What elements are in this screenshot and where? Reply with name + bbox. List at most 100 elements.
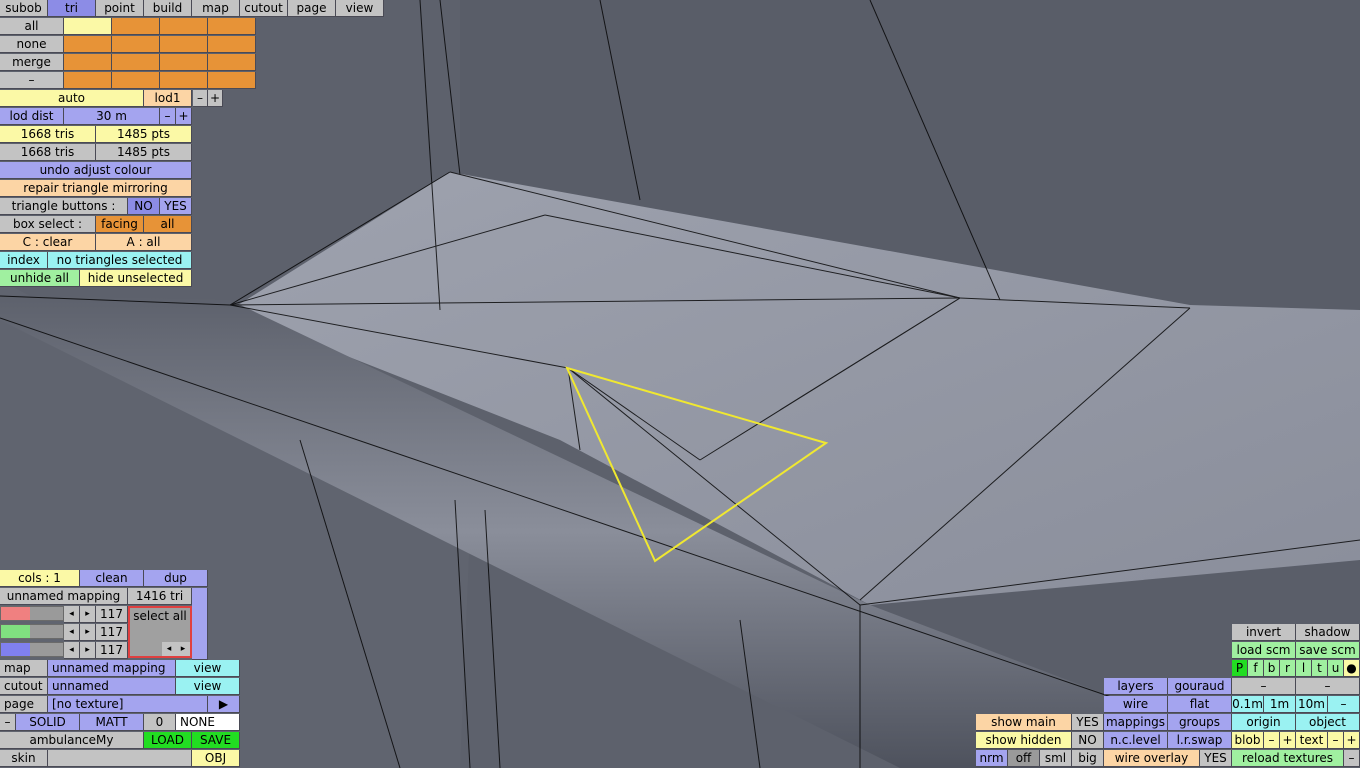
blob-minus-button[interactable]: – — [1264, 732, 1280, 749]
cutout-view-button[interactable]: view — [176, 678, 240, 695]
obj-button[interactable]: OBJ — [192, 750, 240, 767]
wire-overlay-toggle[interactable]: YES — [1200, 750, 1232, 767]
grid-0-1m-button[interactable]: 0.1m — [1232, 696, 1264, 713]
slot-cell[interactable] — [160, 18, 208, 35]
groups-button[interactable]: groups — [1168, 714, 1232, 731]
off-button[interactable]: off — [1008, 750, 1040, 767]
none-field[interactable]: NONE — [176, 714, 240, 731]
select-all-a-button[interactable]: A : all — [96, 234, 192, 251]
menu-tri[interactable]: tri — [48, 0, 96, 17]
mappings-button[interactable]: mappings — [1104, 714, 1168, 731]
slot-cell[interactable] — [208, 54, 256, 71]
layers-button[interactable]: layers — [1104, 678, 1168, 695]
menu-subob[interactable]: subob — [0, 0, 48, 17]
shadow-button[interactable]: shadow — [1296, 624, 1360, 641]
reload-textures-button[interactable]: reload textures — [1232, 750, 1344, 767]
page-play-button[interactable]: ▶ — [208, 696, 240, 713]
blob-button[interactable]: blob — [1232, 732, 1264, 749]
triangle-buttons-no[interactable]: NO — [128, 198, 160, 215]
slot-cell[interactable] — [208, 18, 256, 35]
nc-level-button[interactable]: n.c.level — [1104, 732, 1168, 749]
index-button[interactable]: index — [0, 252, 48, 269]
nrm-button[interactable]: nrm — [976, 750, 1008, 767]
minus-button-2[interactable]: – — [1296, 678, 1360, 695]
minus-button-1[interactable]: – — [1232, 678, 1296, 695]
slot-cell[interactable] — [208, 36, 256, 53]
skin-button[interactable]: skin — [0, 750, 48, 767]
unhide-all-button[interactable]: unhide all — [0, 270, 80, 287]
box-select-facing[interactable]: facing — [96, 216, 144, 233]
load-scm-button[interactable]: load scm — [1232, 642, 1296, 659]
select-all-swatch-label[interactable]: select all — [130, 608, 190, 624]
view-p-button[interactable]: P — [1232, 660, 1248, 677]
menu-cutout[interactable]: cutout — [240, 0, 288, 17]
sml-button[interactable]: sml — [1040, 750, 1072, 767]
text-plus-button[interactable]: + — [1344, 732, 1360, 749]
page-selector[interactable]: [no texture] — [48, 696, 208, 713]
show-main-toggle[interactable]: YES — [1072, 714, 1104, 731]
slot-cell[interactable] — [112, 72, 160, 89]
repair-mirroring-button[interactable]: repair triangle mirroring — [0, 180, 192, 197]
view-t-button[interactable]: t — [1312, 660, 1328, 677]
lod-minus-button[interactable]: – — [193, 90, 208, 107]
save-scm-button[interactable]: save scm — [1296, 642, 1360, 659]
wire-button[interactable]: wire — [1104, 696, 1168, 713]
skin-field[interactable] — [48, 750, 192, 767]
red-increase-button[interactable]: ▸ — [80, 606, 96, 623]
menu-point[interactable]: point — [96, 0, 144, 17]
lr-swap-button[interactable]: l.r.swap — [1168, 732, 1232, 749]
save-button[interactable]: SAVE — [192, 732, 240, 749]
grid-minus-button[interactable]: – — [1328, 696, 1360, 713]
menu-map[interactable]: map — [192, 0, 240, 17]
menu-view[interactable]: view — [336, 0, 384, 17]
hide-unselected-button[interactable]: hide unselected — [80, 270, 192, 287]
triangle-buttons-yes[interactable]: YES — [160, 198, 192, 215]
view-u-button[interactable]: u — [1328, 660, 1344, 677]
swatch-right-arrow[interactable]: ▸ — [176, 642, 190, 656]
lod-dist-value[interactable]: 30 m — [64, 108, 160, 125]
swatch-left-arrow[interactable]: ◂ — [162, 642, 176, 656]
lod-auto-button[interactable]: auto — [0, 90, 144, 107]
lod-plus-button[interactable]: + — [208, 90, 223, 107]
slot-cell[interactable] — [160, 36, 208, 53]
slot-cell[interactable] — [64, 18, 112, 35]
blue-decrease-button[interactable]: ◂ — [64, 642, 80, 659]
view-b-button[interactable]: b — [1264, 660, 1280, 677]
dash-button[interactable]: – — [0, 72, 64, 89]
view-dot-button[interactable]: ● — [1344, 660, 1360, 677]
show-hidden-toggle[interactable]: NO — [1072, 732, 1104, 749]
gouraud-button[interactable]: gouraud — [1168, 678, 1232, 695]
green-decrease-button[interactable]: ◂ — [64, 624, 80, 641]
object-button[interactable]: object — [1296, 714, 1360, 731]
map-view-button[interactable]: view — [176, 660, 240, 677]
invert-button[interactable]: invert — [1232, 624, 1296, 641]
slot-cell[interactable] — [112, 36, 160, 53]
cols-button[interactable]: cols : 1 — [0, 570, 80, 587]
slot-cell[interactable] — [64, 54, 112, 71]
load-button[interactable]: LOAD — [144, 732, 192, 749]
menu-page[interactable]: page — [288, 0, 336, 17]
color-swatch[interactable]: select all ◂ ▸ — [128, 606, 192, 658]
material-minus-button[interactable]: – — [0, 714, 16, 731]
dup-button[interactable]: dup — [144, 570, 208, 587]
blue-channel-slider[interactable] — [0, 642, 64, 657]
slot-cell[interactable] — [160, 54, 208, 71]
lod-dist-minus-button[interactable]: – — [160, 108, 176, 125]
big-button[interactable]: big — [1072, 750, 1104, 767]
origin-button[interactable]: origin — [1232, 714, 1296, 731]
slot-cell[interactable] — [64, 36, 112, 53]
clear-selection-button[interactable]: C : clear — [0, 234, 96, 251]
select-all-button[interactable]: all — [0, 18, 64, 35]
reload-minus-button[interactable]: – — [1344, 750, 1360, 767]
view-r-button[interactable]: r — [1280, 660, 1296, 677]
slot-cell[interactable] — [112, 18, 160, 35]
slot-cell[interactable] — [208, 72, 256, 89]
slot-cell[interactable] — [64, 72, 112, 89]
grid-1m-button[interactable]: 1m — [1264, 696, 1296, 713]
merge-button[interactable]: merge — [0, 54, 64, 71]
undo-button[interactable]: undo adjust colour — [0, 162, 192, 179]
slot-cell[interactable] — [112, 54, 160, 71]
blue-increase-button[interactable]: ▸ — [80, 642, 96, 659]
green-channel-slider[interactable] — [0, 624, 64, 639]
cutout-selector[interactable]: unnamed — [48, 678, 176, 695]
